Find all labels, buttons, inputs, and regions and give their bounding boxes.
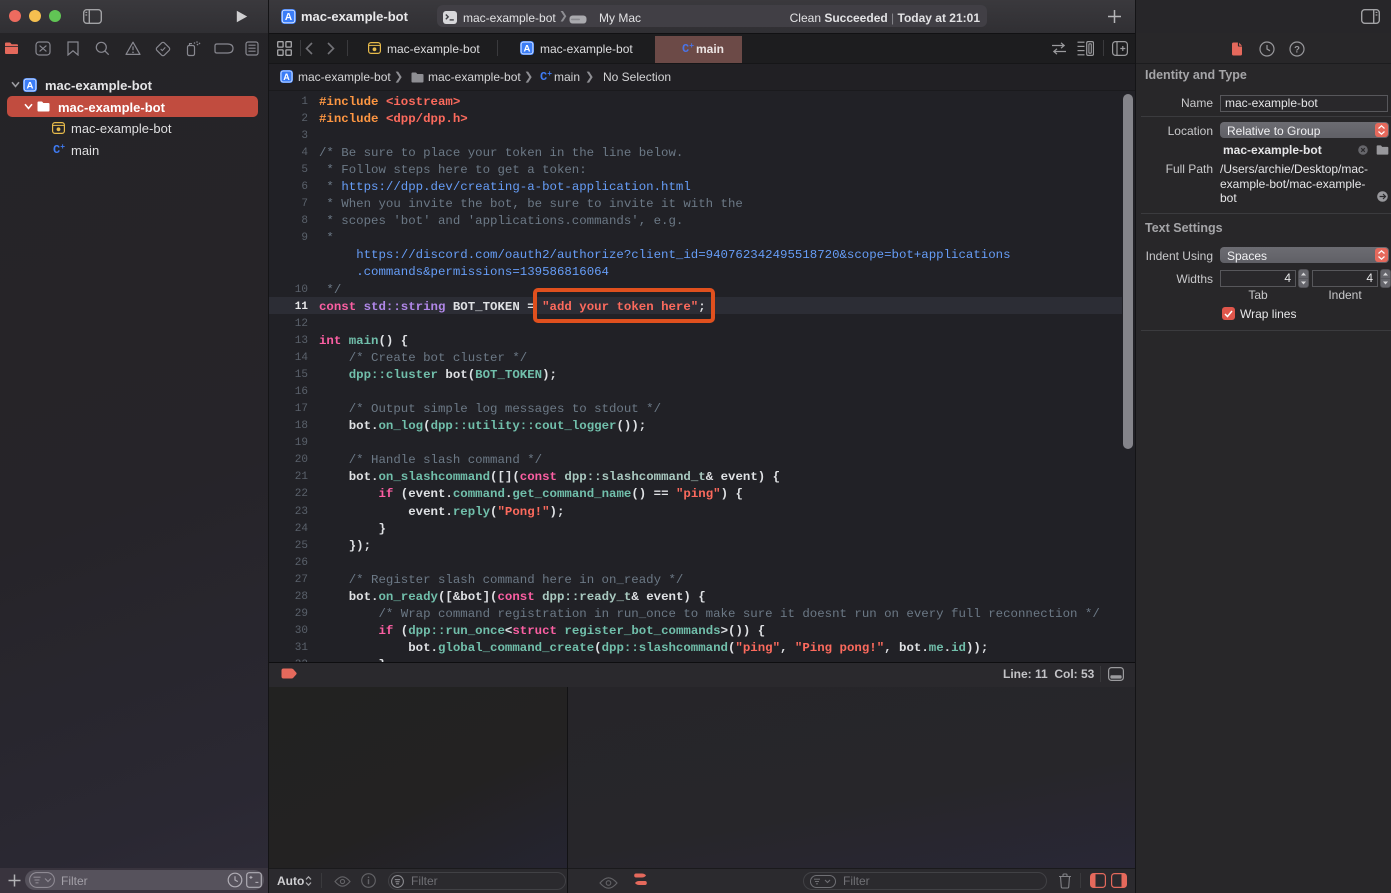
svg-text:?: ? <box>1294 45 1300 56</box>
svg-text:A: A <box>285 12 292 23</box>
svg-text:A: A <box>27 81 34 92</box>
svg-text:A: A <box>283 72 290 82</box>
svg-text:A: A <box>524 44 531 55</box>
